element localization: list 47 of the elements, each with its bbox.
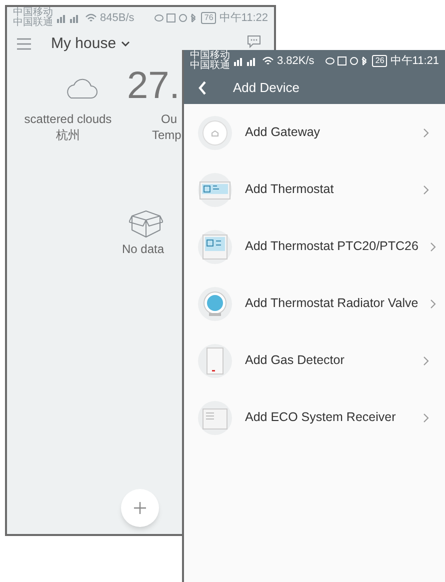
- device-list-item[interactable]: Add ECO System Receiver: [184, 389, 445, 446]
- network-speed: 845B/s: [100, 10, 134, 26]
- device-list-item[interactable]: Add Thermostat PTC20/PTC26: [184, 218, 445, 275]
- chevron-right-icon: [430, 242, 436, 252]
- house-selector[interactable]: My house: [51, 32, 130, 56]
- battery-level: 76: [201, 12, 216, 24]
- wifi-icon: [85, 13, 97, 23]
- chevron-right-icon: [423, 356, 429, 366]
- radiator-valve-icon: [197, 286, 233, 322]
- status-icons-drawing: [325, 56, 370, 66]
- receiver-icon: [197, 400, 233, 436]
- clock: 中午11:21: [390, 54, 439, 69]
- device-list-item[interactable]: Add Gas Detector: [184, 332, 445, 389]
- empty-state-text: No data: [122, 241, 164, 258]
- status-icons-drawing: [154, 13, 198, 23]
- thermostat-icon: [197, 172, 233, 208]
- device-list-item[interactable]: Add Gateway: [184, 104, 445, 161]
- device-list-item[interactable]: Add Thermostat Radiator Valve: [184, 275, 445, 332]
- chevron-right-icon: [423, 128, 429, 138]
- thermostat-icon: [197, 228, 233, 264]
- plus-icon: [134, 502, 146, 514]
- outdoor-label: Temp: [152, 127, 182, 144]
- gateway-icon: [197, 114, 233, 150]
- carrier-label: 中国移动: [190, 51, 230, 61]
- outdoor-label: Ou: [161, 111, 178, 128]
- weather-condition: scattered clouds: [23, 111, 113, 128]
- carrier-label: 中国联通: [190, 61, 230, 71]
- carrier-label: 中国移动: [13, 8, 53, 18]
- carrier-label: 中国联通: [13, 18, 53, 28]
- back-icon: [198, 81, 207, 95]
- screen-title: Add Device: [233, 79, 300, 98]
- wifi-icon: [262, 56, 274, 66]
- back-button[interactable]: [198, 81, 207, 95]
- menu-icon: [17, 38, 31, 50]
- chevron-right-icon: [423, 184, 429, 194]
- box-icon: [129, 210, 163, 238]
- device-list-item[interactable]: Add Thermostat: [184, 161, 445, 218]
- battery-level: 26: [372, 55, 388, 67]
- message-icon: [247, 35, 261, 48]
- network-speed: 3.82K/s: [277, 54, 314, 69]
- chevron-right-icon: [423, 412, 429, 422]
- city-name: 杭州: [55, 127, 81, 144]
- gas-detector-icon: [197, 342, 233, 378]
- chevron-right-icon: [430, 298, 436, 308]
- temperature: 27.: [127, 67, 180, 105]
- chevron-down-icon: [121, 41, 130, 47]
- clock: 中午11:22: [219, 10, 268, 26]
